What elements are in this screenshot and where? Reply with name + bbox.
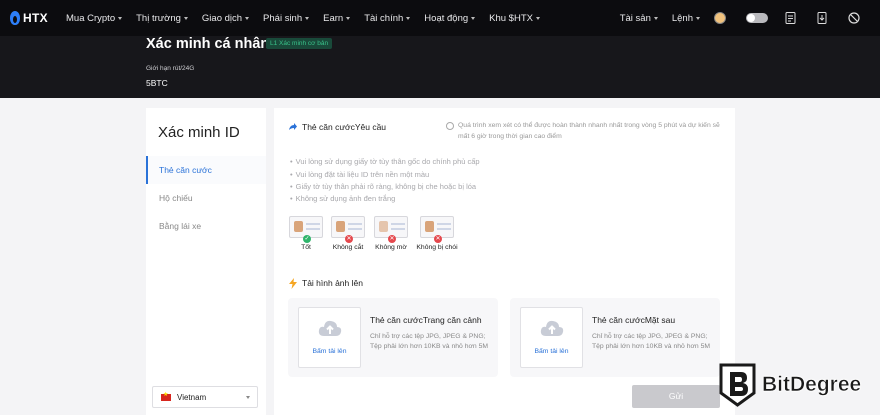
- cross-icon: ✕: [345, 235, 353, 243]
- nav-tai-san[interactable]: Tài sản: [620, 13, 658, 24]
- flame-icon: [10, 11, 20, 25]
- requirements-title: Thẻ căn cướcYêu cầu: [302, 122, 387, 132]
- avatar-icon[interactable]: [714, 12, 726, 24]
- chevron-down-icon: [118, 16, 123, 20]
- chevron-down-icon: [305, 16, 310, 20]
- upload-title: Tải hình ảnh lên: [302, 278, 363, 288]
- country-label: Vietnam: [177, 392, 207, 402]
- requirement-rule: Giấy tờ tùy thân phải rõ ràng, không bị …: [290, 182, 476, 191]
- submit-button[interactable]: Gửi: [632, 385, 720, 408]
- chevron-down-icon: [406, 16, 411, 20]
- vietnam-flag-icon: [161, 391, 171, 401]
- chevron-down-icon: [535, 16, 540, 20]
- nav-label: Earn: [323, 12, 344, 24]
- upload-back: Bấm tải lên Thẻ căn cướcMặt sau Chỉ hỗ t…: [510, 298, 720, 377]
- requirement-rule: Không sử dụng ảnh đen trắng: [290, 194, 396, 203]
- watermark-text: BitDegree: [762, 373, 862, 397]
- download-icon[interactable]: [816, 12, 828, 24]
- sample-good: ✓ Tốt: [289, 216, 323, 251]
- requirement-rule: Vui lòng sử dụng giấy tờ tùy thân gốc do…: [290, 157, 480, 166]
- withdraw-limit-value: 5BTC: [146, 78, 168, 88]
- upload-back-desc: Chỉ hỗ trợ các tệp JPG, JPEG & PNG; Tệp …: [592, 333, 711, 350]
- chevron-down-icon: [245, 16, 250, 20]
- sidebar-item-passport[interactable]: Hộ chiếu: [146, 184, 266, 212]
- upload-back-title: Thẻ căn cướcMặt sau: [592, 315, 676, 325]
- main-panel: Thẻ căn cướcYêu cầu Quá trình xem xét có…: [274, 108, 735, 415]
- chevron-down-icon: [183, 16, 188, 20]
- nav-khu-htx[interactable]: Khu $HTX: [489, 13, 540, 24]
- cross-icon: ✕: [388, 235, 396, 243]
- chevron-down-icon: [346, 16, 351, 20]
- avatar: [714, 12, 726, 24]
- lightning-icon: [288, 277, 298, 289]
- top-nav: HTX Mua Crypto Thị trường Giao dịch Phái…: [0, 0, 880, 36]
- cloud-upload-icon: [540, 320, 563, 336]
- sample-label: Không bị chói: [416, 244, 458, 251]
- nav-thi-truong[interactable]: Thị trường: [136, 13, 188, 24]
- nav-label: Giao dịch: [201, 12, 243, 24]
- page-title: Xác minh cá nhân: [146, 36, 270, 52]
- cloud-upload-icon: [318, 320, 341, 336]
- nav-earn[interactable]: Earn: [323, 12, 351, 24]
- chevron-down-icon: [471, 16, 476, 20]
- nav-mua-crypto[interactable]: Mua Crypto: [66, 12, 123, 24]
- upload-front-title: Thẻ căn cướcTrang căn cảnh: [370, 315, 482, 325]
- toggle-icon[interactable]: [746, 13, 768, 23]
- id-card-sample-icon: ✕: [331, 216, 365, 243]
- nav-label: Khu $HTX: [489, 12, 533, 24]
- withdraw-limit-label: Giới hạn rút/24G: [146, 65, 195, 72]
- sidebar-item-id-card[interactable]: Thẻ căn cước: [146, 156, 266, 184]
- bitdegree-watermark: BitDegree: [719, 363, 861, 407]
- sample-blurry: ✕ Không mờ: [374, 216, 408, 251]
- upload-front-desc: Chỉ hỗ trợ các tệp JPG, JPEG & PNG; Tệp …: [370, 333, 489, 350]
- nav-label: Tài sản: [619, 12, 651, 24]
- notice-text: Quá trình xem xét có thể được hoàn thành…: [458, 122, 720, 140]
- country-select[interactable]: Vietnam: [152, 386, 258, 408]
- id-card-sample-icon: ✕: [420, 216, 454, 243]
- logo-text: HTX: [23, 11, 48, 25]
- sample-cropped: ✕ Không cắt: [331, 216, 365, 251]
- nav-label: Lệnh: [671, 12, 693, 24]
- upload-back-button[interactable]: Bấm tải lên: [520, 307, 583, 368]
- chevron-down-icon: [696, 16, 700, 20]
- check-icon: ✓: [303, 235, 311, 243]
- chevron-down-icon: [653, 16, 658, 20]
- clock-icon: [446, 122, 454, 130]
- arrow-right-icon: [288, 122, 298, 132]
- nav-label: Mua Crypto: [66, 12, 116, 24]
- header-band: Xác minh cá nhân L1 Xác minh cơ bản Giới…: [0, 36, 880, 98]
- status-badge: L1 Xác minh cơ bản: [266, 38, 333, 49]
- nav-hoat-dong[interactable]: Hoạt động: [424, 12, 476, 24]
- htx-logo[interactable]: HTX: [10, 11, 66, 25]
- id-card-sample-icon: ✕: [374, 216, 408, 243]
- review-time-notice: Quá trình xem xét có thể được hoàn thành…: [446, 121, 726, 142]
- document-icon[interactable]: [784, 12, 796, 24]
- sidebar-title: Xác minh ID: [158, 124, 240, 141]
- language-icon[interactable]: [848, 12, 860, 24]
- sidebar: Xác minh ID Thẻ căn cước Hộ chiếu Bằng l…: [146, 108, 266, 415]
- upload-front-button[interactable]: Bấm tải lên: [298, 307, 361, 368]
- nav-giao-dich[interactable]: Giao dịch: [201, 12, 250, 24]
- chevron-down-icon: [246, 396, 250, 399]
- requirement-rule: Vui lòng đặt tài liệu ID trên nền một mà…: [290, 170, 430, 179]
- sample-glare: ✕ Không bị chói: [416, 216, 458, 251]
- nav-right: Tài sản Lệnh: [620, 0, 880, 36]
- nav-label: Thị trường: [136, 12, 181, 24]
- nav-phai-sinh[interactable]: Phái sinh: [263, 12, 310, 24]
- upload-button-label: Bấm tải lên: [312, 348, 347, 355]
- cross-icon: ✕: [434, 235, 442, 243]
- nav-tai-chinh[interactable]: Tài chính: [364, 12, 411, 24]
- bitdegree-logo-icon: [719, 363, 756, 407]
- id-card-sample-icon: ✓: [289, 216, 323, 243]
- upload-button-label: Bấm tải lên: [534, 348, 569, 355]
- sidebar-item-driver-license[interactable]: Bằng lái xe: [146, 212, 266, 240]
- nav-label: Phái sinh: [263, 12, 303, 24]
- nav-label: Hoạt động: [424, 12, 469, 24]
- upload-front: Bấm tải lên Thẻ căn cướcTrang căn cảnh C…: [288, 298, 498, 377]
- nav-lenh[interactable]: Lệnh: [672, 13, 700, 24]
- nav-label: Tài chính: [364, 12, 404, 24]
